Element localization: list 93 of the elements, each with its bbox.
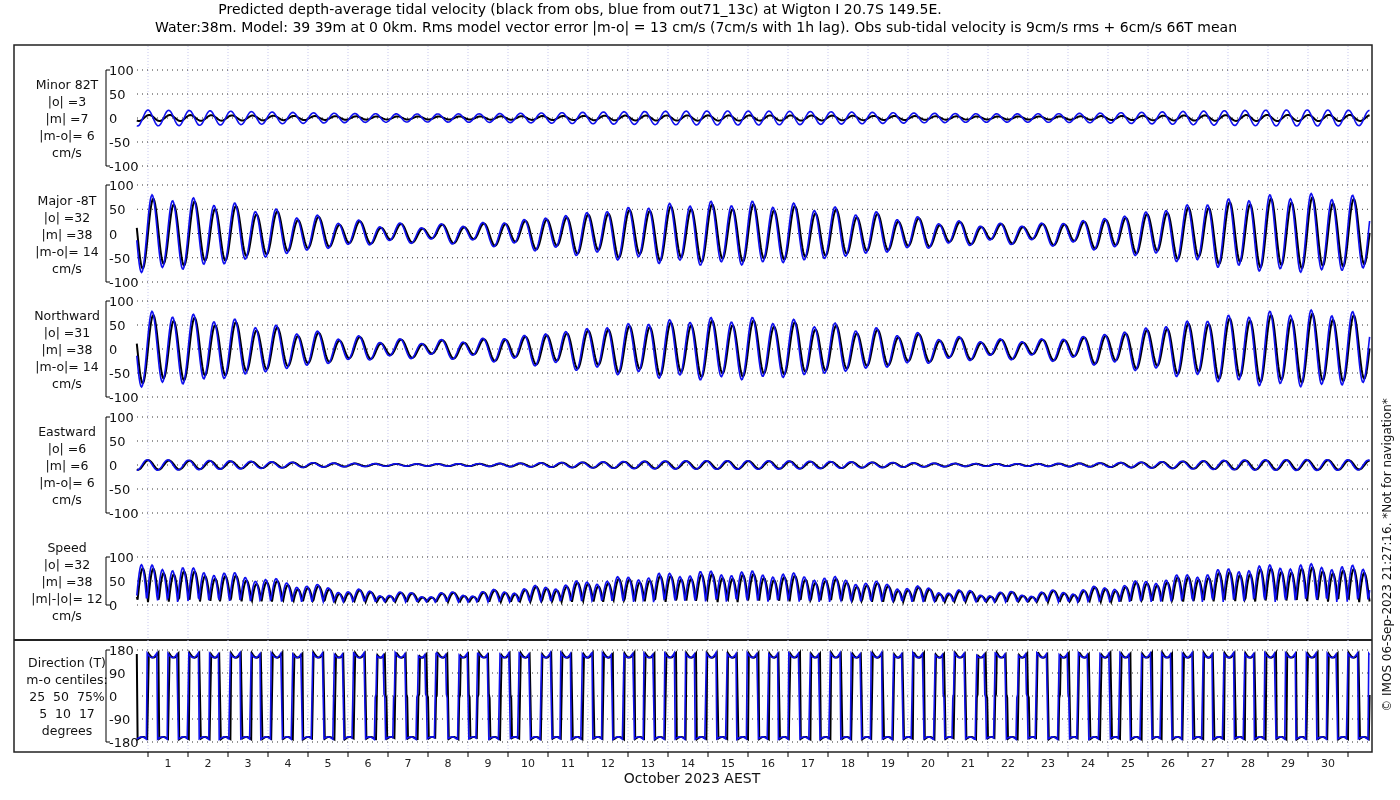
y-tick-label: 50	[109, 202, 126, 218]
y-tick-label: -100	[109, 275, 139, 290]
x-tick-label: 3	[244, 757, 252, 770]
x-tick-label: 1	[164, 757, 172, 770]
y-tick-label: -100	[109, 159, 139, 174]
panel-label: 5 10 17	[39, 706, 95, 721]
panel-label: cm/s	[52, 260, 82, 276]
panel-label: |m| =38	[41, 342, 93, 357]
x-tick-label: 17	[801, 757, 815, 770]
panel-label: m-o centiles:	[26, 672, 108, 687]
x-tick-label: 15	[721, 757, 735, 770]
x-tick-label: 6	[364, 757, 372, 770]
x-tick-label: 12	[601, 757, 615, 770]
x-tick-label: 11	[561, 757, 575, 770]
y-tick-label: 50	[109, 574, 126, 589]
x-tick-label: 9	[484, 757, 492, 770]
panel-label: |m| =38	[41, 574, 93, 589]
x-tick-label: 7	[404, 757, 412, 770]
panel-label: |o| =32	[43, 557, 91, 572]
x-tick-label: 30	[1321, 757, 1335, 770]
panel-label: |m-o|= 6	[39, 475, 95, 490]
y-tick-label: 0	[109, 111, 118, 126]
y-tick-label: 90	[109, 666, 126, 681]
panel-label: |o| =3	[47, 94, 87, 109]
panel-label: cm/s	[52, 145, 82, 160]
panel-label: cm/s	[52, 492, 82, 507]
y-tick-label: 100	[109, 178, 134, 193]
x-tick-label: 10	[521, 757, 535, 770]
y-tick-label: -50	[109, 250, 131, 266]
x-tick-label: 27	[1201, 757, 1215, 770]
panel-label: Direction (T)	[28, 655, 106, 670]
panel-label: cm/s	[52, 608, 82, 623]
panel-label: |m-o|= 6	[39, 128, 95, 143]
copyright-note: © IMOS 06-Sep-2023 21:27:16. *Not for navigation*	[1380, 398, 1394, 712]
panel-label: Speed	[47, 540, 87, 555]
x-tick-label: 24	[1081, 757, 1095, 770]
y-tick-label: 100	[109, 294, 134, 309]
panel-label: Major -8T	[37, 192, 97, 208]
panel-label: |o| =32	[43, 209, 91, 225]
chart-title: Water:38m. Model: 39 39m at 0 0km. Rms model vector error |m-o| = 13 cm/s (7cm/s with 1h lag). Obs sub-tidal velocity is 9cm/s rms + 6cm/s 66T mean	[155, 19, 1237, 35]
panel-label: |m|-|o|= 12	[31, 591, 103, 606]
x-tick-label: 21	[961, 757, 975, 770]
y-tick-label: 50	[109, 87, 126, 102]
panel-label: |m-o|= 14	[35, 359, 99, 374]
y-tick-label: -100	[109, 390, 139, 405]
y-tick-label: 180	[109, 643, 134, 658]
x-tick-label: 8	[444, 757, 452, 770]
panel-label: |m| =7	[45, 111, 89, 126]
x-tick-label: 29	[1281, 757, 1295, 770]
y-tick-label: 100	[109, 550, 134, 565]
panel-label: 25 50 75%	[29, 689, 105, 704]
x-tick-label: 13	[641, 757, 655, 770]
y-tick-label: -100	[109, 506, 139, 521]
chart-title: Predicted depth-average tidal velocity (black from obs, blue from out71_13c) at Wigton I 20.7S 149.5E.	[218, 1, 942, 17]
y-tick-label: 0	[109, 342, 118, 357]
x-tick-label: 16	[761, 757, 775, 770]
x-tick-label: 4	[284, 757, 292, 770]
y-tick-label: 100	[109, 410, 134, 425]
x-tick-label: 25	[1121, 757, 1135, 770]
y-tick-label: 0	[109, 226, 118, 242]
y-tick-label: 50	[109, 318, 126, 333]
y-tick-label: 0	[109, 598, 118, 613]
x-tick-label: 5	[324, 757, 332, 770]
panel-label: Minor 82T	[35, 77, 99, 92]
x-tick-label: 19	[881, 757, 895, 770]
x-tick-label: 14	[681, 757, 695, 770]
panel-label: cm/s	[52, 376, 82, 391]
y-tick-label: -50	[109, 135, 131, 150]
x-tick-label: 22	[1001, 757, 1015, 770]
x-tick-label: 23	[1041, 757, 1055, 770]
y-tick-label: -50	[109, 482, 131, 497]
y-tick-label: -50	[109, 366, 131, 381]
x-axis-label: October 2023 AEST	[623, 770, 761, 786]
panel-label: |m-o|= 14	[35, 243, 99, 259]
panel-label: |o| =6	[47, 441, 87, 456]
panel-label: degrees	[41, 723, 93, 738]
y-tick-label: 0	[109, 689, 118, 704]
y-tick-label: -90	[109, 712, 131, 727]
panel-label: |m| =6	[45, 458, 89, 473]
x-tick-label: 20	[921, 757, 935, 770]
y-axis-line	[105, 556, 111, 606]
y-tick-label: 50	[109, 434, 126, 449]
y-tick-label: 0	[109, 458, 118, 473]
x-tick-label: 18	[841, 757, 855, 770]
panel-label: Eastward	[38, 424, 96, 439]
y-tick-label: 100	[109, 63, 134, 78]
x-tick-label: 2	[204, 757, 212, 770]
x-tick-label: 26	[1161, 757, 1175, 770]
x-tick-label: 28	[1241, 757, 1255, 770]
y-tick-label: -180	[109, 735, 139, 750]
panel-label: Northward	[34, 308, 100, 323]
panel-label: |m| =38	[41, 226, 93, 242]
panel-label: |o| =31	[43, 325, 91, 340]
